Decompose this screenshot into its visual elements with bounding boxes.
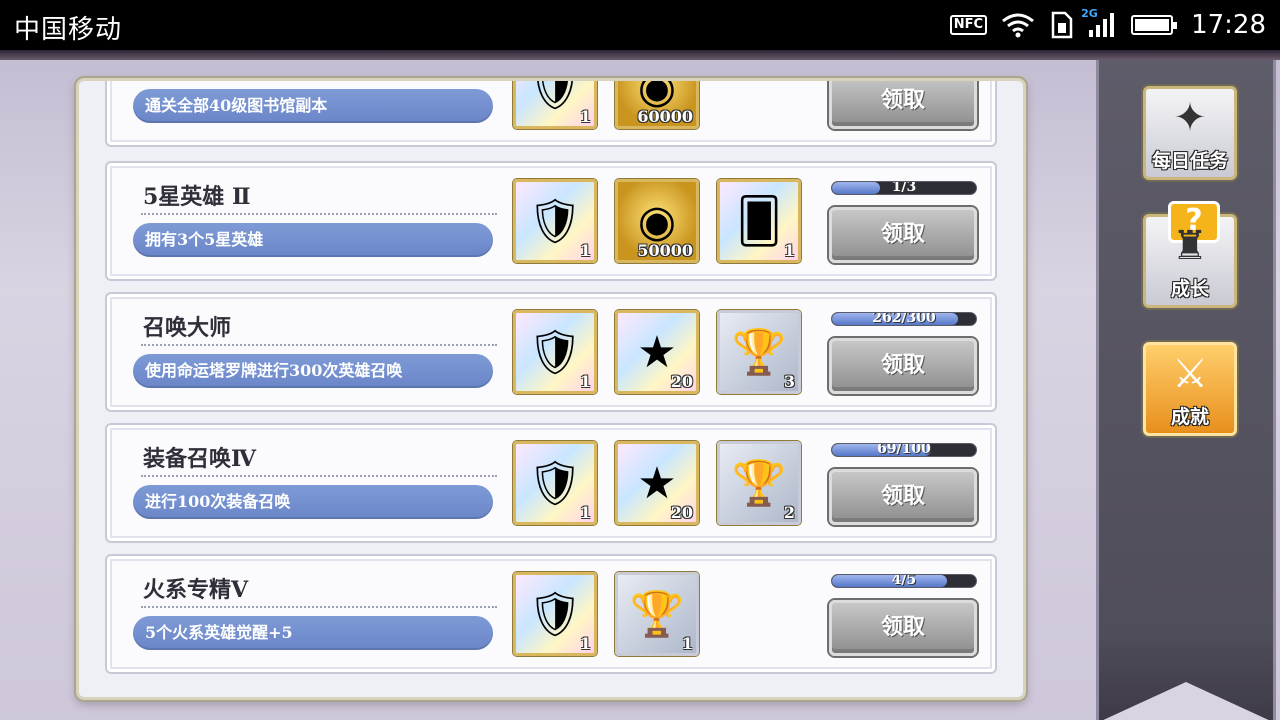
clock: 17:28 <box>1191 10 1266 40</box>
reward-count: 1 <box>579 107 591 126</box>
progress-text: 69/100 <box>877 443 931 457</box>
progress-bar: 262/300 <box>831 312 977 326</box>
daily-quest-icon: ✦ <box>1173 95 1207 141</box>
wifi-icon <box>1002 13 1034 38</box>
progress-bar: 69/100 <box>831 443 977 457</box>
progress-bar: 4/5 <box>831 574 977 588</box>
carrier-name: 中国移动 <box>14 15 123 45</box>
reward-count: 50000 <box>637 241 693 260</box>
reward-item[interactable]: ◉ 60000 <box>615 81 699 129</box>
divider <box>141 79 497 81</box>
reward-item[interactable]: 🛡 1 <box>513 179 597 263</box>
tab-growth[interactable]: ? ♜ 成长 <box>1143 201 1237 308</box>
reward-item[interactable]: 🛡 1 <box>513 81 597 129</box>
claim-button[interactable]: 领取 <box>829 338 977 394</box>
achievement-description: 使用命运塔罗牌进行300次英雄召唤 <box>133 354 493 388</box>
achievement-description: 进行100次装备召唤 <box>133 485 493 519</box>
reward-item[interactable]: ★ 20 <box>615 310 699 394</box>
achievement-description: 5个火系英雄觉醒+5 <box>133 616 493 650</box>
reward-count: 20 <box>670 372 693 391</box>
status-bar: 中国移动 NFC 2G 17:28 <box>0 0 1280 50</box>
tab-label: 成就 <box>1170 406 1209 428</box>
achievement-title: 5星英雄 Ⅱ <box>143 184 251 210</box>
tab-label: 成长 <box>1170 278 1209 300</box>
reward-item[interactable]: ★ 20 <box>615 441 699 525</box>
reward-item[interactable]: 🂠 1 <box>717 179 801 263</box>
growth-icon: ♜ <box>1172 223 1208 269</box>
nfc-icon: NFC <box>949 15 988 35</box>
achievement-icon: ⚔ <box>1172 351 1208 397</box>
category-sidebar: ✦ 每日任务 ? ♜ 成长 ⚔ 成就 <box>1096 60 1276 720</box>
achievement-card: 通关全部40级图书馆副本 🛡 1 ◉ 60000 领取 <box>105 79 997 147</box>
tab-daily-quests[interactable]: ✦ 每日任务 <box>1143 86 1237 180</box>
achievement-list[interactable]: 通关全部40级图书馆副本 🛡 1 ◉ 60000 领取 5星英雄 Ⅱ 拥有3个5星英雄 🛡 1 ◉ 5… <box>79 81 1023 697</box>
reward-count: 3 <box>783 372 795 391</box>
reward-item[interactable]: 🛡 1 <box>513 310 597 394</box>
reward-item[interactable]: 🛡 1 <box>513 572 597 656</box>
reward-item[interactable]: 🏆 1 <box>615 572 699 656</box>
divider <box>141 213 497 215</box>
reward-count: 60000 <box>637 107 693 126</box>
reward-count: 1 <box>579 634 591 653</box>
achievement-card: 火系专精Ⅴ 5个火系英雄觉醒+5 🛡 1 🏆 1 4/5 领取 <box>105 554 997 674</box>
divider <box>141 606 497 608</box>
reward-item[interactable]: 🏆 2 <box>717 441 801 525</box>
reward-item[interactable]: 🛡 1 <box>513 441 597 525</box>
achievement-title: 召唤大师 <box>143 315 232 341</box>
divider <box>141 475 497 477</box>
claim-button[interactable]: 领取 <box>829 81 977 129</box>
progress-bar: 1/3 <box>831 181 977 195</box>
status-icons: NFC 2G 17:28 <box>949 0 1266 50</box>
progress-text: 4/5 <box>891 574 917 588</box>
divider <box>141 344 497 346</box>
achievement-card: 装备召唤Ⅳ 进行100次装备召唤 🛡 1 ★ 20 🏆 2 69/100 领取 <box>105 423 997 543</box>
reward-count: 20 <box>670 503 693 522</box>
claim-button[interactable]: 领取 <box>829 600 977 656</box>
reward-item[interactable]: ◉ 50000 <box>615 179 699 263</box>
achievement-description: 通关全部40级图书馆副本 <box>133 89 493 123</box>
signal-icon: 2G <box>1081 7 1117 39</box>
achievement-description: 拥有3个5星英雄 <box>133 223 493 257</box>
tab-achievements[interactable]: ⚔ 成就 <box>1143 342 1237 436</box>
reward-count: 1 <box>783 241 795 260</box>
claim-button[interactable]: 领取 <box>829 469 977 525</box>
reward-count: 1 <box>579 241 591 260</box>
reward-count: 2 <box>783 503 795 522</box>
battery-icon <box>1131 15 1178 35</box>
claim-button[interactable]: 领取 <box>829 207 977 263</box>
sim-card-icon <box>1051 11 1073 39</box>
achievement-panel: 通关全部40级图书馆副本 🛡 1 ◉ 60000 领取 5星英雄 Ⅱ 拥有3个5星英雄 🛡 1 ◉ 5… <box>76 78 1026 700</box>
achievement-title: 火系专精Ⅴ <box>143 577 249 603</box>
top-ribbon <box>0 50 1280 60</box>
reward-item[interactable]: 🏆 3 <box>717 310 801 394</box>
reward-count: 1 <box>579 503 591 522</box>
achievement-card: 5星英雄 Ⅱ 拥有3个5星英雄 🛡 1 ◉ 50000 🂠 1 1/3 领取 <box>105 161 997 281</box>
reward-count: 1 <box>579 372 591 391</box>
progress-text: 1/3 <box>891 181 917 195</box>
progress-text: 262/300 <box>872 312 936 326</box>
tab-label: 每日任务 <box>1151 150 1228 172</box>
reward-count: 1 <box>681 634 693 653</box>
achievement-card: 召唤大师使用命运塔罗牌进行300次英雄召唤 🛡 1 ★ 20 🏆 3 262/300 领取 <box>105 292 997 412</box>
achievement-title: 装备召唤Ⅳ <box>143 446 256 472</box>
